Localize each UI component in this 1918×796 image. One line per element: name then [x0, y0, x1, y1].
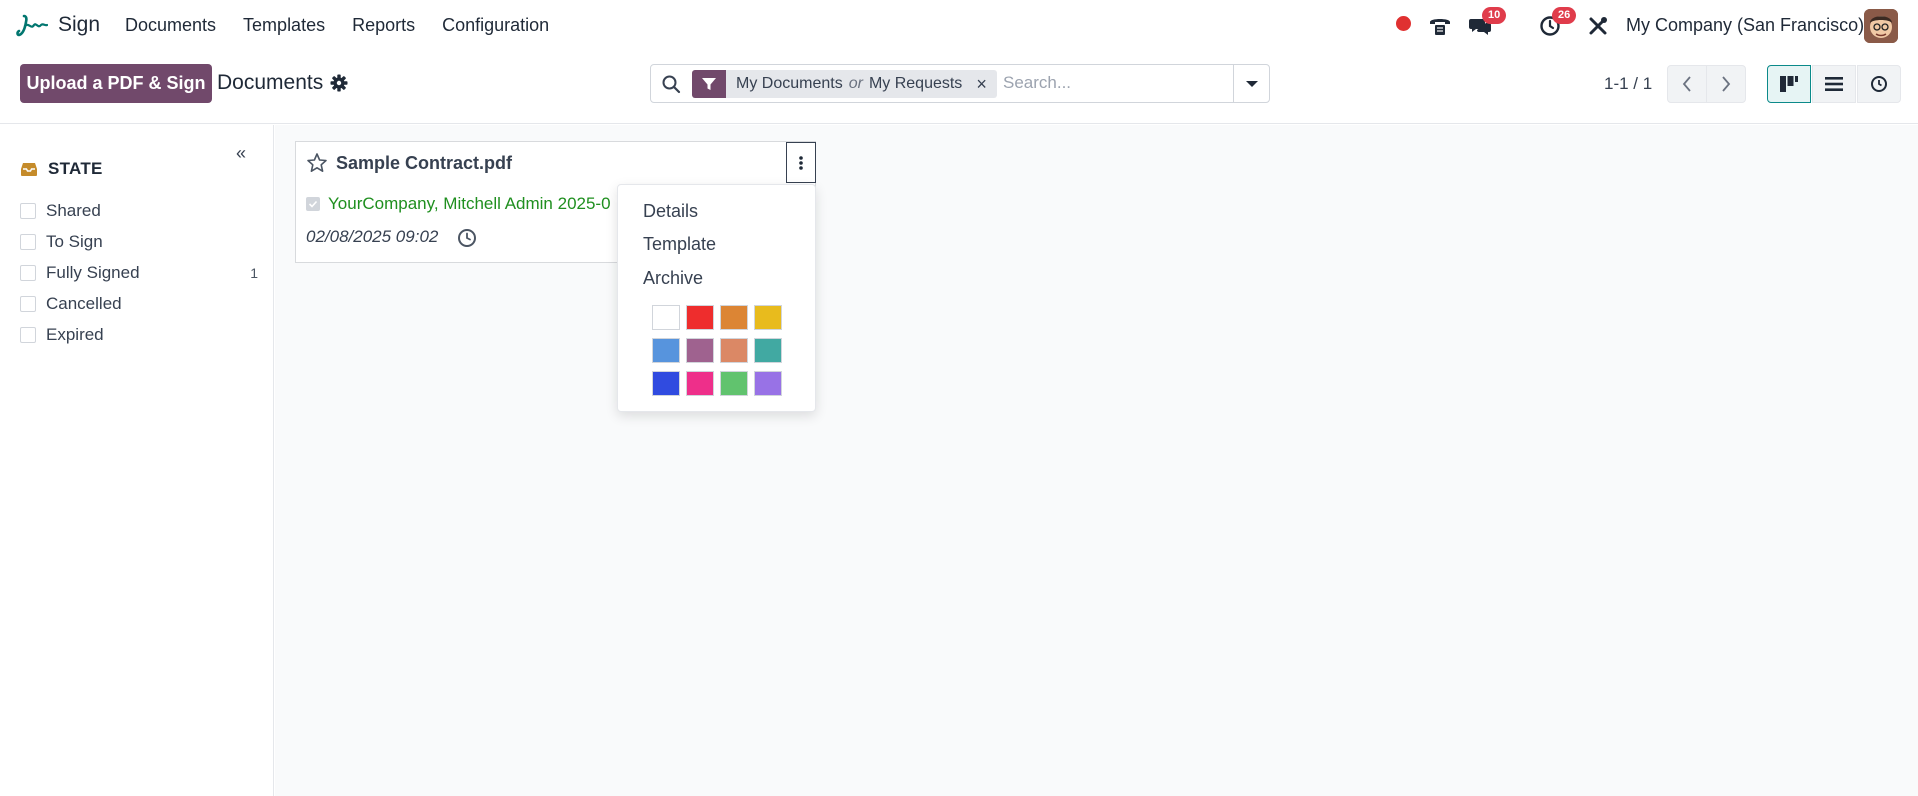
- messages-badge: 10: [1482, 7, 1507, 24]
- state-section-header: STATE: [20, 159, 103, 179]
- activity-view-button[interactable]: [1857, 65, 1901, 103]
- filter-label: Shared: [46, 200, 101, 220]
- app-name[interactable]: Sign: [58, 13, 100, 37]
- menu-item-archive[interactable]: Archive: [643, 268, 703, 289]
- filter-label: Cancelled: [46, 293, 122, 313]
- chevron-right-icon: [1722, 76, 1731, 92]
- filter-cancelled[interactable]: Cancelled: [20, 288, 260, 319]
- activity-clock-icon[interactable]: 26: [1536, 7, 1577, 40]
- upload-pdf-sign-button[interactable]: Upload a PDF & Sign: [20, 64, 212, 103]
- facet-separator: or: [848, 75, 863, 92]
- record-dropdown-menu: Details Template Archive: [617, 184, 816, 412]
- filter-fully-signed[interactable]: Fully Signed 1: [20, 257, 260, 288]
- filter-count: 1: [250, 264, 258, 281]
- menu-reports[interactable]: Reports: [352, 15, 415, 36]
- kebab-icon: [799, 155, 803, 170]
- filter-expired[interactable]: Expired: [20, 319, 260, 350]
- menu-configuration[interactable]: Configuration: [442, 15, 549, 36]
- checkbox[interactable]: [20, 264, 36, 281]
- main-menu: Documents Templates Reports Configuratio…: [125, 15, 576, 36]
- clock-icon: [1871, 76, 1887, 92]
- checkbox[interactable]: [20, 233, 36, 250]
- remove-facet-icon[interactable]: ×: [972, 70, 997, 98]
- color-swatch[interactable]: [720, 338, 748, 363]
- collapse-sidebar-button[interactable]: «: [236, 143, 246, 164]
- document-title: Sample Contract.pdf: [336, 153, 513, 173]
- search-options-toggle[interactable]: [1233, 65, 1269, 102]
- facet-values: My Documents or My Requests: [726, 70, 973, 98]
- page-title: Documents: [217, 71, 324, 94]
- filter-icon: [692, 70, 726, 98]
- search-bar: My Documents or My Requests ×: [650, 64, 1270, 103]
- menu-item-template[interactable]: Template: [643, 234, 716, 255]
- color-swatch[interactable]: [720, 305, 748, 330]
- tools-icon[interactable]: [1584, 12, 1612, 40]
- filter-facet: My Documents or My Requests ×: [692, 70, 997, 98]
- filter-shared[interactable]: Shared: [20, 195, 260, 226]
- color-swatch[interactable]: [652, 371, 680, 396]
- kanban-view: Sample Contract.pdf YourCompany, Mitchel…: [275, 125, 1918, 796]
- menu-templates[interactable]: Templates: [243, 15, 325, 36]
- checkbox[interactable]: [20, 295, 36, 312]
- checkbox[interactable]: [20, 326, 36, 343]
- search-panel: « STATE Shared To Sign Fully Signed 1 Ca…: [0, 125, 274, 796]
- systray: 10 26 My Company (San Francisco): [1358, 0, 1918, 52]
- pager-next-button[interactable]: [1706, 65, 1746, 103]
- color-swatch[interactable]: [686, 338, 714, 363]
- caret-down-icon: [1245, 80, 1258, 87]
- top-navbar: Sign Documents Templates Reports Configu…: [0, 0, 1918, 52]
- search-input[interactable]: [1003, 73, 1223, 93]
- activity-clock-icon[interactable]: [456, 227, 478, 249]
- filter-to-sign[interactable]: To Sign: [20, 226, 260, 257]
- signers-line: YourCompany, Mitchell Admin 2025-0: [306, 194, 616, 214]
- chevron-left-icon: [1682, 76, 1691, 92]
- pager-previous-button[interactable]: [1667, 65, 1707, 103]
- recording-indicator-icon[interactable]: [1396, 16, 1411, 31]
- inbox-icon: [21, 162, 37, 176]
- list-icon: [1825, 77, 1843, 91]
- color-swatch[interactable]: [686, 305, 714, 330]
- company-switcher[interactable]: My Company (San Francisco): [1626, 15, 1864, 36]
- section-title: STATE: [48, 159, 103, 178]
- kanban-view-button[interactable]: [1767, 65, 1811, 103]
- signers-text: YourCompany, Mitchell Admin 2025-0: [328, 194, 611, 213]
- pager-value[interactable]: 1-1 / 1: [1604, 74, 1652, 94]
- filter-label: Expired: [46, 324, 104, 344]
- activities-badge: 26: [1552, 7, 1577, 24]
- star-icon[interactable]: [306, 152, 328, 174]
- user-avatar[interactable]: [1864, 9, 1898, 43]
- menu-item-details[interactable]: Details: [643, 201, 698, 222]
- phone-icon[interactable]: [1426, 12, 1454, 40]
- color-swatch[interactable]: [754, 305, 782, 330]
- list-view-button[interactable]: [1812, 65, 1856, 103]
- facet-value-my-documents: My Documents: [736, 75, 843, 92]
- gear-icon[interactable]: [329, 73, 349, 93]
- kanban-icon: [1780, 76, 1798, 92]
- color-swatch[interactable]: [720, 371, 748, 396]
- checked-checkbox-icon: [306, 197, 320, 211]
- color-picker: [652, 305, 792, 396]
- filter-label: To Sign: [46, 231, 103, 251]
- messages-icon[interactable]: 10: [1466, 7, 1507, 40]
- color-swatch[interactable]: [652, 338, 680, 363]
- color-swatch[interactable]: [754, 371, 782, 396]
- search-icon[interactable]: [661, 74, 681, 94]
- color-swatch[interactable]: [754, 338, 782, 363]
- facet-value-my-requests: My Requests: [868, 75, 963, 92]
- color-swatch[interactable]: [652, 305, 680, 330]
- control-panel: Upload a PDF & Sign Documents My Documen…: [0, 52, 1918, 124]
- menu-documents[interactable]: Documents: [125, 15, 216, 36]
- state-filter-list: Shared To Sign Fully Signed 1 Cancelled …: [20, 195, 260, 350]
- color-swatch[interactable]: [686, 371, 714, 396]
- document-date: 02/08/2025 09:02: [306, 227, 439, 246]
- record-menu-button[interactable]: [786, 142, 816, 183]
- filter-label: Fully Signed: [46, 262, 140, 282]
- sign-app-logo-icon[interactable]: [16, 12, 49, 40]
- checkbox[interactable]: [20, 202, 36, 219]
